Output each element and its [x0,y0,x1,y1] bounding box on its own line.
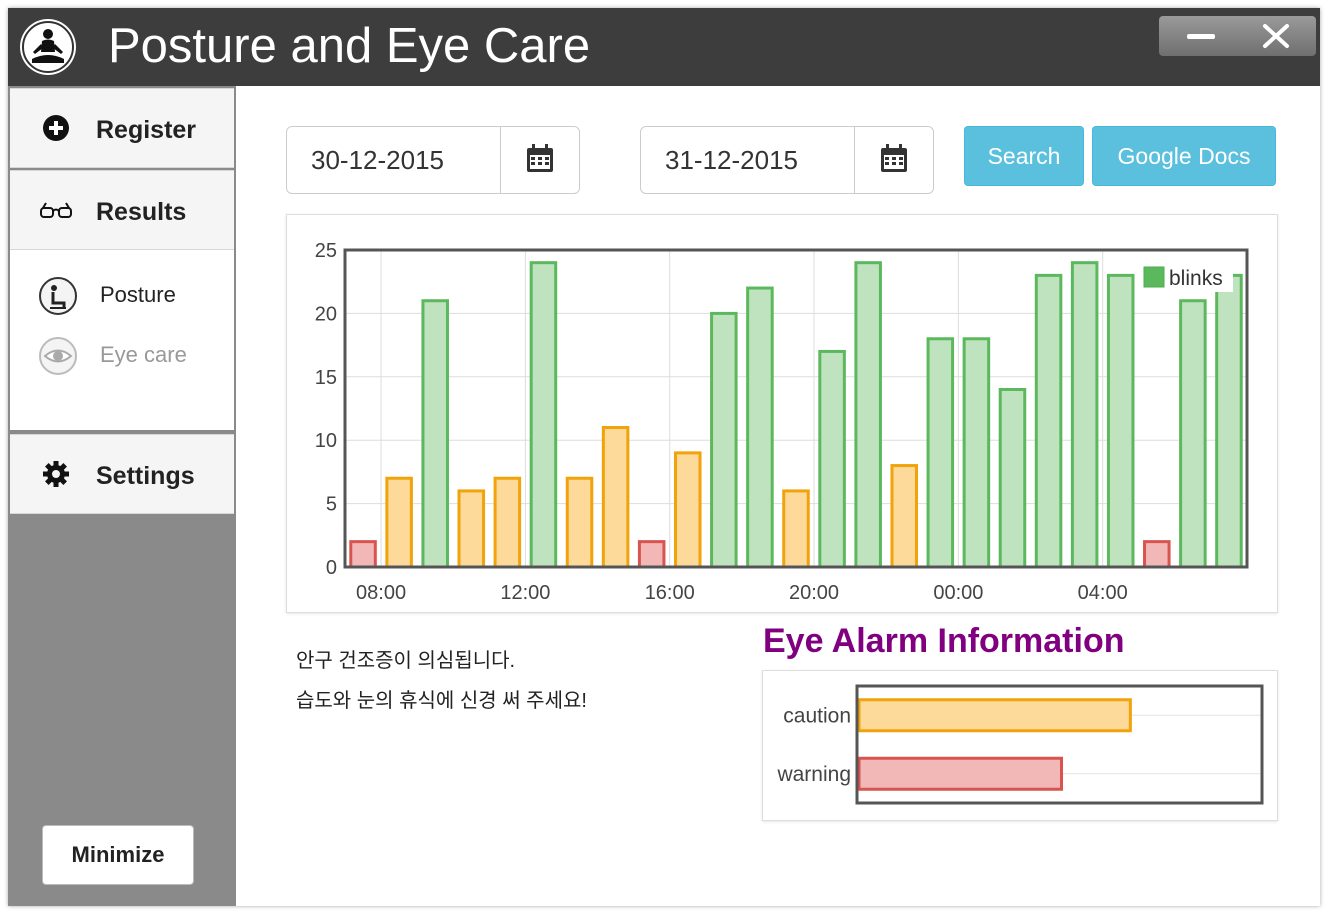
blink-bar [1034,273,1063,569]
blink-bar [926,337,955,569]
posture-icon [39,277,77,315]
blink-bar [673,451,702,569]
alarm-bar-warning [857,756,1063,791]
sidebar-item-label: Eye care [100,342,187,367]
sidebar-item-label: Posture [100,282,176,307]
sidebar-item-label: Settings [96,462,195,490]
sidebar-item-settings[interactable]: Settings [10,434,234,514]
x-tick-label: 08:00 [356,582,406,604]
blinks-chart: 0 5 10 15 20 25 08:00 12:00 16:00 20:00 00:00 04:00… [315,240,1249,604]
y-tick-label: 15 [315,367,337,389]
blink-bar [1143,540,1171,569]
blink-bar [1179,299,1207,569]
blink-bar [1106,273,1135,569]
blink-bar [710,311,738,569]
calendar-icon [881,144,907,172]
x-tick-label: 20:00 [789,582,839,604]
minimize-icon [1187,34,1215,39]
alarm-bar-caution [857,698,1132,733]
sidebar-item-register[interactable]: Register [10,88,234,168]
diagnosis-message-line-2: 습도와 눈의 휴식에 신경 써 주세요! [296,690,587,712]
gear-icon [43,461,69,487]
blink-bar [1070,261,1099,569]
sidebar-item-eye-care[interactable]: Eye care [38,336,228,376]
eye-icon [39,337,77,375]
blink-bar [637,540,666,569]
blink-bar [818,349,846,569]
sidebar-item-label: Register [96,116,197,144]
google-docs-button[interactable]: Google Docs [1092,126,1276,186]
plus-circle-icon [43,115,69,141]
meditation-logo-icon [20,19,76,75]
x-tick-label: 00:00 [933,582,983,604]
alarm-chart: caution warning [776,684,1264,805]
glasses-icon [40,202,72,218]
alarm-category-label: warning [776,763,851,786]
sidebar-item-posture[interactable]: Posture [38,276,228,316]
title-bar: Posture and Eye Care [8,8,1320,86]
sidebar-item-results[interactable]: Results [10,170,234,250]
x-tick-label: 12:00 [500,582,550,604]
legend-swatch [1143,266,1165,288]
blink-bar [962,337,991,569]
x-tick-label: 04:00 [1078,582,1128,604]
diagnosis-message-line-1: 안구 건조증이 의심됩니다. [296,650,516,672]
close-icon [1263,24,1289,48]
sidebar: Register Results Posture Eye care Settin… [8,86,236,906]
blinks-chart-panel: 0 5 10 15 20 25 08:00 12:00 16:00 20:00 00:00 04:00… [286,214,1278,613]
blink-bar [493,476,522,569]
y-tick-label: 25 [315,240,337,262]
calendar-icon [527,144,553,172]
blink-bar [998,387,1027,569]
search-button[interactable]: Search [964,126,1084,186]
blink-bar [529,261,558,569]
blink-bar [565,476,594,569]
alarm-chart-title: Eye Alarm Information [763,622,1125,660]
blink-bar [421,299,449,569]
y-tick-label: 5 [326,494,337,516]
blink-bar [601,426,630,569]
y-tick-label: 20 [315,303,337,325]
blink-bar [385,476,413,569]
x-tick-label: 16:00 [645,582,695,604]
end-date-picker: 31-12-2015 [640,126,934,194]
y-tick-label: 10 [315,430,337,452]
start-date-picker: 30-12-2015 [286,126,580,194]
blink-bar [890,464,919,569]
alarm-category-label: caution [783,704,851,727]
legend-label-blinks: blinks [1169,267,1223,290]
start-date-input[interactable]: 30-12-2015 [311,145,444,176]
minimize-window-button[interactable] [1165,16,1235,56]
blink-bar [457,489,486,569]
alarm-chart-panel: caution warning [762,670,1278,821]
blink-bar [782,489,810,569]
results-submenu: Posture Eye care [10,250,234,430]
close-window-button[interactable] [1241,16,1311,56]
window-controls [1159,16,1316,56]
sidebar-item-label: Results [96,198,187,226]
chart-legend: blinks [1139,262,1233,292]
minimize-button[interactable]: Minimize [42,825,194,885]
end-date-input[interactable]: 31-12-2015 [665,145,798,176]
blink-bar [1215,273,1243,569]
blink-bar [854,261,882,569]
end-date-calendar-button[interactable] [854,127,933,193]
app-title: Posture and Eye Care [108,19,591,73]
y-tick-label: 0 [326,557,337,579]
app-window: Posture and Eye Care Register Results Po… [8,8,1320,906]
start-date-calendar-button[interactable] [500,127,579,193]
blink-bar [746,286,774,569]
blink-bar [349,540,377,569]
